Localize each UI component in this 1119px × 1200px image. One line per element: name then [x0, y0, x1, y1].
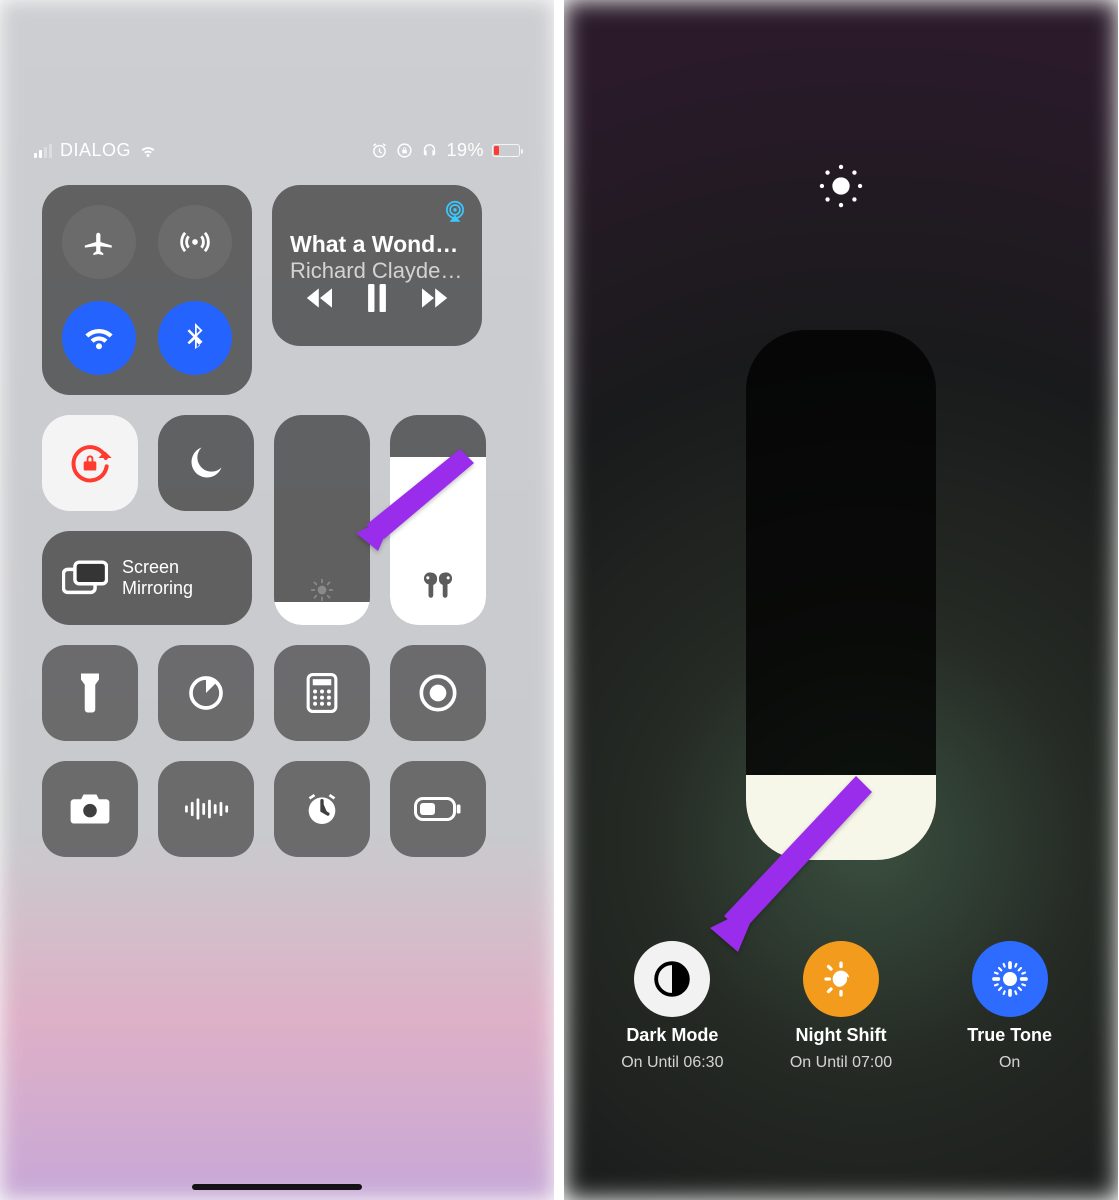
- camera-button[interactable]: [42, 761, 138, 857]
- screen-record-button[interactable]: [390, 645, 486, 741]
- carrier-name: DIALOG: [60, 140, 131, 161]
- low-power-mode-button[interactable]: [390, 761, 486, 857]
- calculator-button[interactable]: [274, 645, 370, 741]
- orientation-lock-button[interactable]: [42, 415, 138, 511]
- annotation-arrow-right: [696, 768, 876, 958]
- night-shift-status: On Until 07:00: [790, 1054, 892, 1072]
- cellular-signal-icon: [34, 144, 52, 158]
- media-artist: Richard Clayderman…: [290, 258, 464, 284]
- battery-icon: [492, 144, 520, 157]
- annotation-arrow-left: [348, 443, 478, 553]
- airplay-icon[interactable]: [442, 199, 468, 225]
- next-track-button[interactable]: [419, 286, 449, 310]
- screen-mirroring-button[interactable]: ScreenMirroring: [42, 531, 252, 625]
- flashlight-button[interactable]: [42, 645, 138, 741]
- dark-mode-button[interactable]: [634, 941, 710, 1017]
- left-screenshot: DIALOG 19%: [0, 0, 554, 1200]
- night-shift-label: Night Shift: [795, 1025, 886, 1046]
- brightness-min-icon: [815, 160, 867, 212]
- wifi-icon: [139, 143, 157, 159]
- true-tone-label: True Tone: [967, 1025, 1052, 1046]
- screen-mirroring-label-line1: Screen: [122, 557, 179, 577]
- media-title: What a Wonderf…: [290, 231, 464, 258]
- true-tone-status: On: [999, 1054, 1020, 1072]
- alarm-button[interactable]: [274, 761, 370, 857]
- dark-mode-status: On Until 06:30: [621, 1054, 723, 1072]
- orientation-lock-icon: [396, 142, 413, 159]
- bluetooth-button[interactable]: [158, 301, 232, 375]
- do-not-disturb-button[interactable]: [158, 415, 254, 511]
- timer-button[interactable]: [158, 645, 254, 741]
- connectivity-module[interactable]: [42, 185, 252, 395]
- airplane-mode-button[interactable]: [62, 205, 136, 279]
- airpods-icon: [390, 565, 486, 603]
- voice-memos-button[interactable]: [158, 761, 254, 857]
- screen-mirroring-label-line2: Mirroring: [122, 578, 193, 598]
- status-bar: DIALOG 19%: [0, 0, 554, 161]
- dark-mode-label: Dark Mode: [626, 1025, 718, 1046]
- previous-track-button[interactable]: [305, 286, 335, 310]
- true-tone-button[interactable]: [972, 941, 1048, 1017]
- wifi-button[interactable]: [62, 301, 136, 375]
- sun-icon: [274, 577, 370, 603]
- night-shift-button[interactable]: [803, 941, 879, 1017]
- right-screenshot: Dark Mode On Until 06:30 Night Shift On …: [564, 0, 1118, 1200]
- now-playing-module[interactable]: What a Wonderf… Richard Clayderman…: [272, 185, 482, 346]
- battery-percentage: 19%: [446, 140, 484, 161]
- alarm-icon: [371, 142, 388, 159]
- home-indicator: [192, 1184, 362, 1190]
- headphones-icon: [421, 142, 438, 159]
- play-pause-button[interactable]: [366, 284, 388, 312]
- cellular-data-button[interactable]: [158, 205, 232, 279]
